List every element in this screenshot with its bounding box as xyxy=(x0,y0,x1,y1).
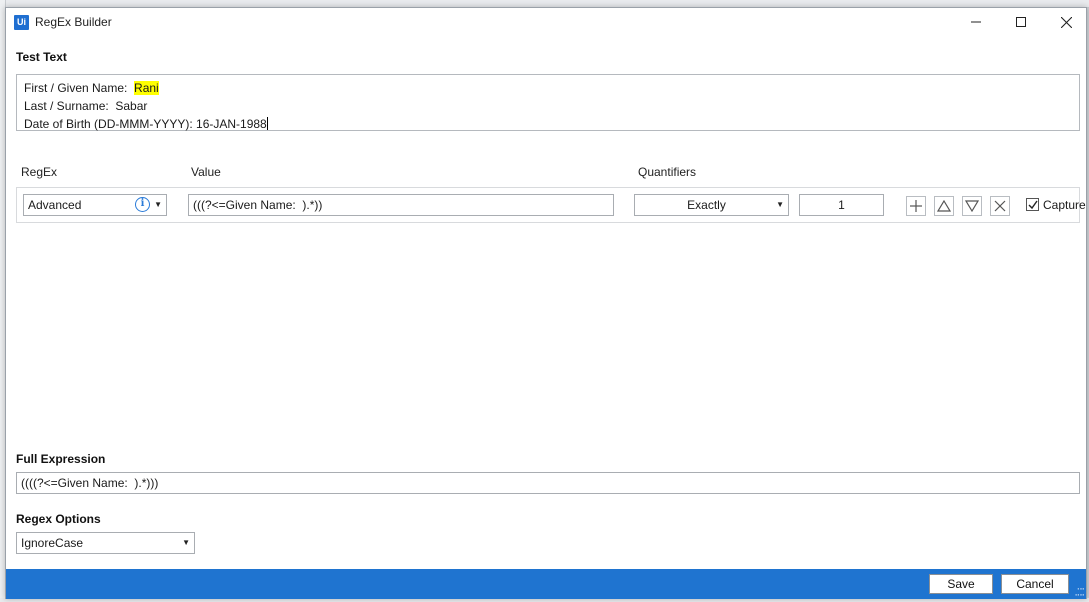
move-up-icon xyxy=(937,200,951,212)
capture-label[interactable]: Capture xyxy=(1043,198,1086,212)
resize-grip-icon[interactable]: ⠠⠤ ⠤⠤ xyxy=(1074,584,1085,598)
info-icon[interactable]: i xyxy=(135,197,150,212)
checkmark-icon xyxy=(1028,200,1038,209)
move-down-icon xyxy=(965,200,979,212)
column-header-regex: RegEx xyxy=(21,165,58,179)
full-expression-field[interactable]: ((((?<=Given Name: ).*))) xyxy=(16,472,1080,494)
match-highlight: Rani xyxy=(134,81,159,95)
maximize-icon xyxy=(1016,17,1026,27)
remove-rule-button[interactable] xyxy=(990,196,1010,216)
regex-type-select[interactable]: Advanced i ▼ xyxy=(23,194,167,216)
close-icon xyxy=(1060,16,1072,28)
app-logo: Ui xyxy=(14,15,29,30)
test-text-area[interactable]: First / Given Name: Rani Last / Surname:… xyxy=(16,74,1080,131)
test-text-line-2: Last / Surname: Sabar xyxy=(24,99,148,113)
footer-bar: Save Cancel ⠠⠤ ⠤⠤ xyxy=(6,569,1086,599)
capture-checkbox[interactable] xyxy=(1026,198,1039,211)
cancel-button[interactable]: Cancel xyxy=(1001,574,1069,594)
test-text-line-3: Date of Birth (DD-MMM-YYYY): 16-JAN-1988 xyxy=(24,115,1072,133)
regex-builder-window: Ui RegEx Builder Test Text First / Given… xyxy=(5,7,1087,599)
full-expression-label: Full Expression xyxy=(16,452,106,466)
column-header-value: Value xyxy=(191,165,221,179)
save-button[interactable]: Save xyxy=(929,574,993,594)
close-button[interactable] xyxy=(1044,8,1088,36)
quantifier-value: Exactly xyxy=(687,198,726,212)
minimize-icon xyxy=(971,21,981,23)
remove-icon xyxy=(994,200,1006,212)
move-up-button[interactable] xyxy=(934,196,954,216)
chevron-down-icon: ▼ xyxy=(776,200,784,209)
chevron-down-icon: ▼ xyxy=(182,538,190,547)
minimize-button[interactable] xyxy=(954,8,998,36)
add-rule-button[interactable] xyxy=(906,196,926,216)
test-text-line-3-text: Date of Birth (DD-MMM-YYYY): 16-JAN-1988 xyxy=(24,117,267,131)
maximize-button[interactable] xyxy=(999,8,1043,36)
move-down-button[interactable] xyxy=(962,196,982,216)
add-icon xyxy=(910,200,922,212)
test-text-line-1: First / Given Name: Rani xyxy=(24,79,1072,97)
regex-options-value: IgnoreCase xyxy=(21,536,84,550)
regex-options-label: Regex Options xyxy=(16,512,101,526)
chevron-down-icon: ▼ xyxy=(154,200,162,209)
regex-options-select[interactable]: IgnoreCase ▼ xyxy=(16,532,195,554)
regex-rule-row: Advanced i ▼ (((?<=Given Name: ).*)) Exa… xyxy=(16,187,1086,223)
test-text-label: Test Text xyxy=(16,50,67,64)
regex-value-input[interactable]: (((?<=Given Name: ).*)) xyxy=(188,194,614,216)
regex-type-value: Advanced xyxy=(28,198,82,212)
text-caret xyxy=(266,117,268,130)
column-header-quantifiers: Quantifiers xyxy=(638,165,697,179)
test-text-line-1-prefix: First / Given Name: xyxy=(24,81,135,95)
quantity-input[interactable]: 1 xyxy=(799,194,884,216)
window-title: RegEx Builder xyxy=(35,15,112,29)
quantifier-select[interactable]: Exactly ▼ xyxy=(634,194,789,216)
title-bar[interactable]: Ui RegEx Builder xyxy=(6,8,1086,36)
